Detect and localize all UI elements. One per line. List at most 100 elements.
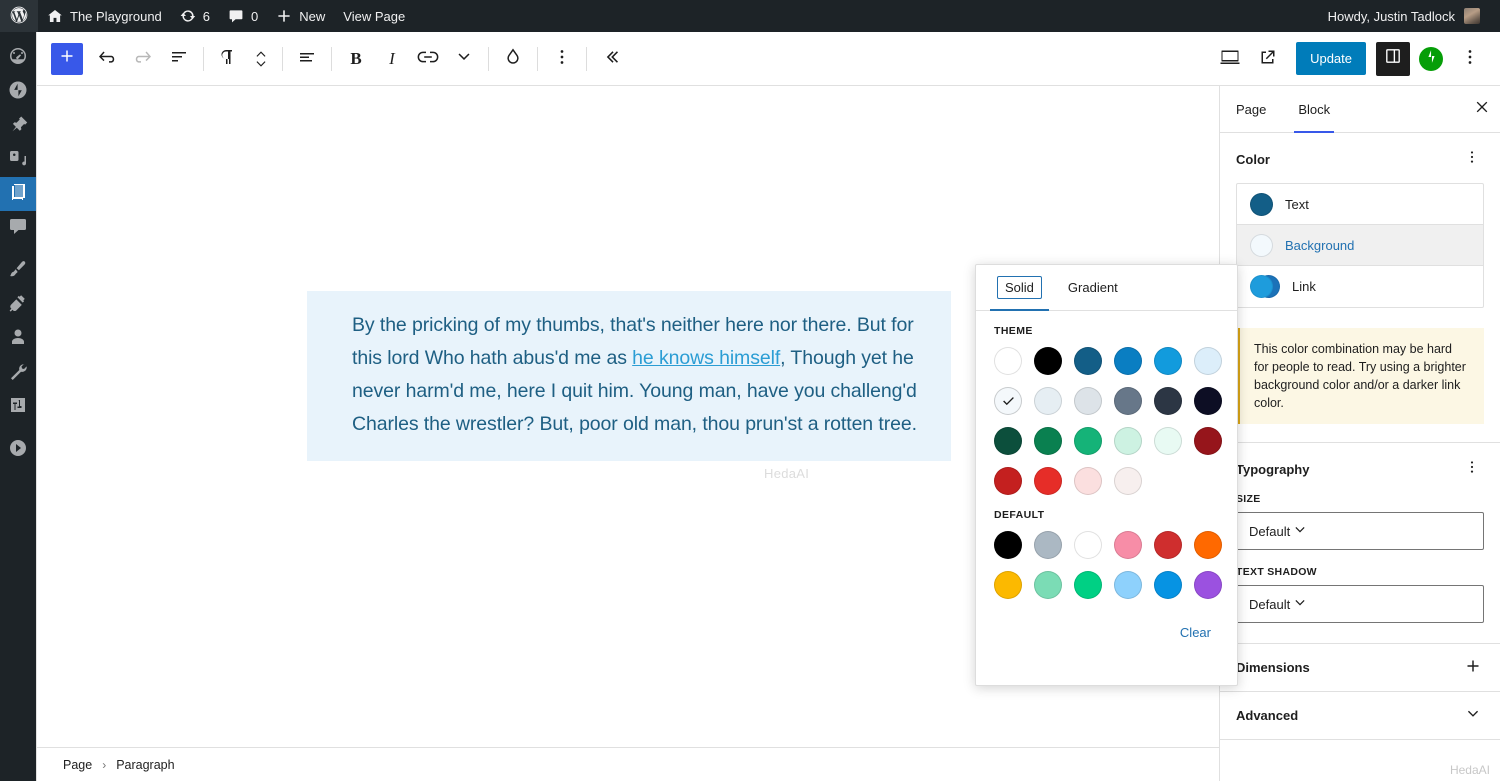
color-swatch-12[interactable] [994, 427, 1022, 455]
wordpress-block-editor: The Playground 6 0 New Vi [0, 0, 1500, 781]
breadcrumb-item-page[interactable]: Page [63, 758, 92, 772]
color-swatch-8[interactable] [1074, 387, 1102, 415]
new-content-menu[interactable]: New [267, 0, 334, 32]
add-block-button[interactable] [51, 43, 83, 75]
color-swatch-0[interactable] [994, 531, 1022, 559]
color-swatch-7[interactable] [1034, 571, 1062, 599]
text-shadow-select[interactable]: Default [1236, 585, 1484, 623]
more-formats-button[interactable] [446, 41, 482, 77]
typography-options-button[interactable] [1460, 457, 1484, 481]
color-swatch-15[interactable] [1114, 427, 1142, 455]
breadcrumb-separator: › [102, 758, 106, 772]
comments-menu[interactable]: 0 [219, 0, 267, 32]
color-swatch-0[interactable] [994, 347, 1022, 375]
color-swatch-1[interactable] [1034, 531, 1062, 559]
color-swatch-4[interactable] [1154, 531, 1182, 559]
color-swatch-9[interactable] [1114, 571, 1142, 599]
sidebar-item-media[interactable] [0, 143, 36, 177]
panel-advanced[interactable]: Advanced [1220, 691, 1500, 739]
color-row-background[interactable]: Background [1237, 225, 1483, 266]
sidebar-item-appearance[interactable] [0, 254, 36, 288]
color-swatch-9[interactable] [1114, 387, 1142, 415]
panel-dimensions[interactable]: Dimensions [1220, 643, 1500, 691]
view-page-link[interactable]: View Page [334, 0, 414, 32]
color-swatch-7[interactable] [1034, 387, 1062, 415]
color-swatch-4[interactable] [1154, 347, 1182, 375]
color-swatch-2[interactable] [1074, 347, 1102, 375]
italic-button[interactable]: I [374, 41, 410, 77]
highlight-color-button[interactable] [495, 41, 531, 77]
color-swatch-6[interactable] [994, 387, 1022, 415]
sidebar-item-comments[interactable] [0, 211, 36, 245]
block-type-paragraph-button[interactable] [210, 41, 246, 77]
preview-button[interactable] [1250, 41, 1286, 77]
sidebar-item-posts[interactable] [0, 109, 36, 143]
tab-page[interactable]: Page [1220, 86, 1282, 132]
color-swatch-13[interactable] [1034, 427, 1062, 455]
update-button[interactable]: Update [1296, 42, 1366, 75]
align-button[interactable] [289, 41, 325, 77]
editor-more-menu-button[interactable] [1452, 41, 1488, 77]
link-button[interactable] [410, 41, 446, 77]
close-sidebar-button[interactable] [1464, 86, 1500, 133]
color-swatch-5[interactable] [1194, 531, 1222, 559]
sidebar-item-settings[interactable] [0, 390, 36, 424]
block-mover[interactable] [246, 41, 276, 77]
sidebar-item-tools[interactable] [0, 356, 36, 390]
color-swatch-8[interactable] [1074, 571, 1102, 599]
color-swatch-6[interactable] [994, 571, 1022, 599]
sidebar-item-users[interactable] [0, 322, 36, 356]
clear-color-button[interactable]: Clear [1172, 619, 1219, 646]
bold-button[interactable]: B [338, 41, 374, 77]
tab-solid[interactable]: Solid [984, 265, 1055, 310]
color-row-text[interactable]: Text [1237, 184, 1483, 225]
updates-menu[interactable]: 6 [171, 0, 219, 32]
desktop-icon [1218, 45, 1242, 72]
color-swatch-21[interactable] [1114, 467, 1142, 495]
paragraph-block[interactable]: By the pricking of my thumbs, that's nei… [307, 291, 951, 461]
color-picker-popover: Solid Gradient Theme Default Clear [975, 264, 1238, 686]
color-swatch-16[interactable] [1154, 427, 1182, 455]
undo-button[interactable] [89, 41, 125, 77]
color-swatch-3[interactable] [1114, 531, 1142, 559]
collapse-toolbar-button[interactable] [593, 41, 629, 77]
view-device-button[interactable] [1212, 41, 1248, 77]
redo-button[interactable] [125, 41, 161, 77]
color-swatch-18[interactable] [994, 467, 1022, 495]
tab-gradient[interactable]: Gradient [1055, 265, 1131, 310]
color-swatch-11[interactable] [1194, 387, 1222, 415]
lightning-icon [8, 80, 28, 105]
document-overview-button[interactable] [161, 41, 197, 77]
color-row-link[interactable]: Link [1237, 266, 1483, 307]
account-menu[interactable]: Howdy, Justin Tadlock [1322, 0, 1486, 32]
sidebar-item-dashboard[interactable] [0, 41, 36, 75]
breadcrumb-item-paragraph[interactable]: Paragraph [116, 758, 174, 772]
sidebar-item-pages[interactable] [0, 177, 36, 211]
color-swatch-3[interactable] [1114, 347, 1142, 375]
link-icon [416, 45, 440, 72]
color-swatch-1[interactable] [1034, 347, 1062, 375]
size-select[interactable]: Default [1236, 512, 1484, 550]
sidebar-item-collapse-menu[interactable] [0, 433, 36, 467]
home-icon [47, 8, 63, 24]
sidebar-item-plugins[interactable] [0, 288, 36, 322]
color-options-button[interactable] [1460, 147, 1484, 171]
jetpack-button[interactable] [1419, 47, 1443, 71]
color-swatch-2[interactable] [1074, 531, 1102, 559]
tab-block[interactable]: Block [1282, 86, 1346, 132]
sidebar-item-jetpack[interactable] [0, 75, 36, 109]
admin-sidebar-menu [0, 32, 36, 781]
site-name-menu[interactable]: The Playground [38, 0, 171, 32]
color-swatch-17[interactable] [1194, 427, 1222, 455]
color-swatch-19[interactable] [1034, 467, 1062, 495]
color-swatch-11[interactable] [1194, 571, 1222, 599]
color-swatch-10[interactable] [1154, 387, 1182, 415]
inline-link[interactable]: he knows himself [632, 347, 780, 369]
color-swatch-20[interactable] [1074, 467, 1102, 495]
color-swatch-10[interactable] [1154, 571, 1182, 599]
color-swatch-14[interactable] [1074, 427, 1102, 455]
wp-logo-menu[interactable] [0, 0, 38, 32]
settings-sidebar-toggle[interactable] [1376, 42, 1410, 76]
color-swatch-5[interactable] [1194, 347, 1222, 375]
block-options-button[interactable] [544, 41, 580, 77]
